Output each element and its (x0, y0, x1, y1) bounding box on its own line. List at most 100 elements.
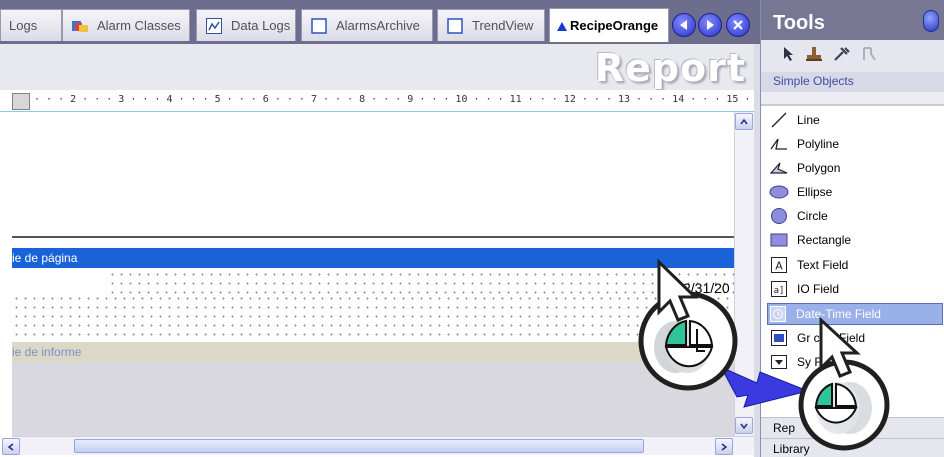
tool-item-ellipse[interactable]: Ellipse (769, 181, 943, 203)
tool-item-symbolic-io-field[interactable]: Sy Field (769, 351, 943, 373)
symbolic-io-field-icon (769, 352, 789, 372)
report-banner-title: Report (594, 46, 746, 90)
pointer-icon[interactable] (783, 46, 795, 66)
tool-item-date-time-field[interactable]: Date-Time Field (767, 303, 943, 325)
report-editor: Report · · · 2 · · · 3 · · · 4 · · · 5 ·… (0, 44, 760, 457)
section-page-footer-band[interactable]: ie de página (12, 248, 734, 268)
data-logs-icon (205, 17, 223, 34)
tool-item-line[interactable]: Line (769, 109, 943, 131)
close-icon (733, 20, 743, 30)
category-separator (761, 92, 944, 106)
tool-item-polygon[interactable]: Polygon (769, 157, 943, 179)
tab-alarms-archive[interactable]: AlarmsArchive (301, 9, 433, 41)
scroll-right-button[interactable] (715, 438, 733, 455)
tab-alarm-classes[interactable]: Alarm Classes (62, 9, 190, 41)
horizontal-scrollbar[interactable] (2, 436, 754, 455)
ruler-corner-button[interactable] (12, 93, 30, 110)
tab-logs[interactable]: Logs (0, 9, 62, 41)
section-label: ie de informe (12, 345, 82, 359)
tools-category-library[interactable]: Library (761, 438, 944, 457)
scroll-left-button[interactable] (2, 438, 20, 455)
horizontal-scroll-thumb[interactable] (74, 439, 644, 453)
date-time-field-value[interactable]: 2/31/20 (683, 280, 730, 296)
polyline-icon (769, 134, 789, 154)
svg-text:a]: a] (774, 286, 785, 296)
window-icon (446, 17, 464, 34)
tab-label: Data Logs (231, 18, 291, 33)
tool-item-label: Sy Field (797, 355, 841, 369)
scroll-tabs-right-button[interactable] (698, 13, 722, 37)
report-banner: Report (0, 44, 754, 90)
rectangle-icon (769, 230, 789, 250)
alarm-classes-icon (71, 18, 89, 34)
ruler-ticks: · · · 2 · · · 3 · · · 4 · · · 5 · · · 6 … (34, 94, 754, 105)
page-separator (12, 236, 734, 238)
scroll-down-button[interactable] (735, 417, 753, 434)
chevron-up-icon (740, 118, 748, 124)
tool-item-label: IO Field (797, 282, 840, 296)
svg-text:A: A (775, 260, 783, 273)
report-empty-area (12, 362, 734, 436)
tool-item-polyline[interactable]: Polyline (769, 133, 943, 155)
tools-panel-header: Tools (761, 0, 944, 40)
stamp-icon[interactable] (805, 46, 823, 66)
section-label: ie de página (12, 251, 78, 265)
format-icon[interactable] (861, 46, 877, 66)
polygon-icon (769, 158, 789, 178)
line-icon (769, 110, 789, 130)
tab-label: RecipeOrange (570, 18, 659, 33)
report-icon (556, 18, 568, 34)
tool-item-label: Polyline (797, 137, 840, 151)
tool-item-label: Circle (797, 209, 828, 223)
chevron-right-icon (721, 442, 727, 451)
tab-recipe-orange[interactable]: RecipeOrange (549, 8, 669, 42)
scroll-up-button[interactable] (735, 113, 753, 130)
io-field-icon: a] (769, 279, 789, 299)
tool-item-label: Ellipse (797, 185, 833, 199)
tool-item-label: Date-Time Field (796, 307, 881, 321)
tool-item-label: Polygon (797, 161, 841, 175)
scroll-tabs-left-button[interactable] (672, 13, 696, 37)
chevron-left-icon (680, 20, 687, 30)
document-tab-strip: Logs Alarm Classes Data Logs AlarmsArchi… (0, 0, 760, 44)
tools-panel-title: Tools (773, 12, 825, 34)
close-tab-button[interactable] (726, 13, 750, 37)
tool-item-label: Line (797, 113, 820, 127)
text-field-icon: A (769, 255, 789, 275)
tool-item-text-field[interactable]: A Text Field (769, 254, 943, 276)
grid-dots (12, 294, 734, 340)
chevron-down-icon (740, 423, 748, 429)
tools-toolbar (761, 40, 944, 72)
tool-item-io-field[interactable]: a] IO Field (769, 278, 943, 300)
tools-panel: Tools Simple Objects Line Polyline Polyg… (760, 0, 944, 457)
tab-label: Logs (9, 18, 38, 33)
tab-label: TrendView (472, 18, 534, 33)
tool-item-graphic-io-field[interactable]: Gr c IO Field (769, 327, 943, 349)
tool-item-rectangle[interactable]: Rectangle (769, 229, 943, 251)
circle-icon (769, 206, 789, 226)
tools-icon[interactable] (833, 46, 851, 66)
tools-category-simple-objects[interactable]: Simple Objects (761, 72, 944, 92)
tool-item-label: Text Field (797, 258, 849, 272)
tab-label: AlarmsArchive (336, 18, 420, 33)
window-icon (310, 17, 328, 34)
tab-data-logs[interactable]: Data Logs (196, 9, 296, 41)
chevron-left-icon (8, 442, 14, 451)
tab-trend-view[interactable]: TrendView (437, 9, 545, 41)
tool-item-label: Rectangle (797, 233, 852, 247)
grid-dots (108, 270, 734, 294)
tools-category-rep[interactable]: Rep (761, 417, 944, 438)
tool-item-label: Gr c IO Field (797, 331, 866, 345)
vertical-scrollbar[interactable] (734, 112, 754, 436)
graphic-io-field-icon (769, 328, 789, 348)
ellipse-icon (769, 182, 789, 202)
app-window: { "tabs": [ {"label": "Logs", "icon": "l… (0, 0, 944, 457)
chevron-right-icon (707, 20, 714, 30)
tab-label: Alarm Classes (97, 18, 181, 33)
tool-item-circle[interactable]: Circle (769, 205, 943, 227)
pin-icon[interactable] (923, 10, 939, 32)
report-page-body[interactable] (12, 112, 734, 237)
date-time-field-icon (768, 304, 788, 324)
horizontal-ruler: · · · 2 · · · 3 · · · 4 · · · 5 · · · 6 … (0, 90, 754, 112)
section-report-footer-band[interactable]: ie de informe (12, 342, 734, 362)
